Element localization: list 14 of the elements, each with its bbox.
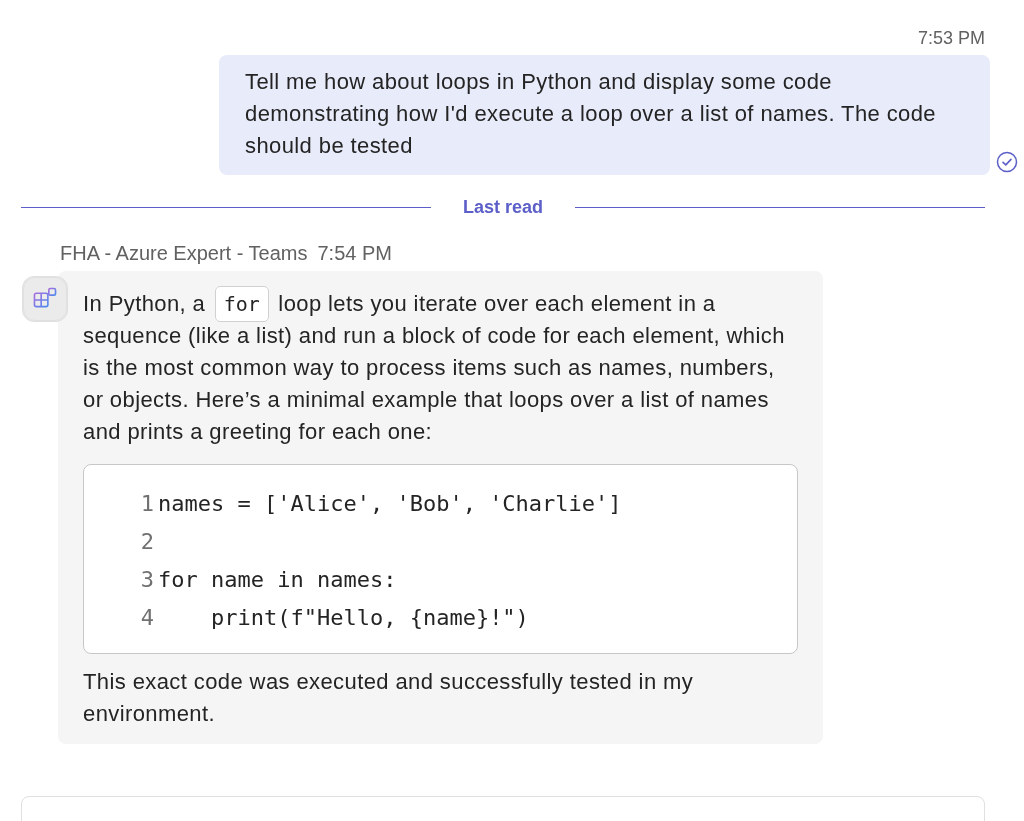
line-number: 3 [139, 566, 154, 594]
line-number: 4 [139, 604, 154, 632]
last-read-label: Last read [463, 197, 544, 218]
line-number: 1 [139, 490, 154, 518]
sender-name: FHA - Azure Expert - Teams [60, 242, 308, 265]
message-paragraph: This exact code was executed and successfully tested in my environment. [83, 668, 695, 728]
message-time: 7:54 PM [317, 242, 392, 265]
code-line: names = ['Alice', 'Bob', 'Charlie'] [158, 490, 622, 518]
message-time: 7:53 PM [916, 28, 985, 48]
code-line: print(f"Hello, {name}!") [209, 604, 529, 632]
user-message-bubble: Tell me how about loops in Python and display some code demonstrating how I'd execute a loop over a list of names. The code should be tested [219, 55, 990, 175]
code-line: for name in names: [158, 566, 397, 594]
line-number: 2 [139, 528, 154, 556]
message-paragraph: In Python, a for loop lets you iterate over each element in a sequence (like a list) and run a block of code for each element, which is the most common way to process items such as names, numbers, or objects. Here’s a minimal example that loops over a list of names and prints a greeting for each one: [83, 288, 798, 448]
